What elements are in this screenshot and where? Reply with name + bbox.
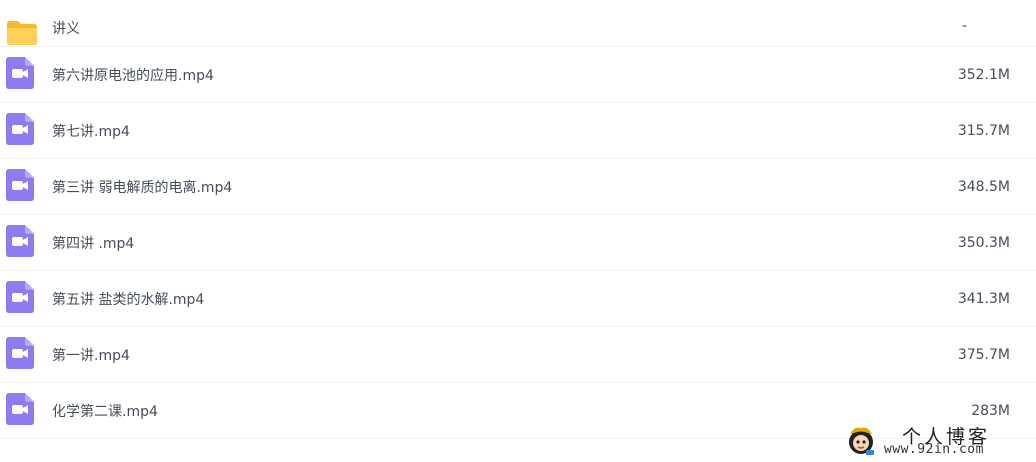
list-item-video[interactable]: 第一讲.mp4 375.7M <box>0 327 1036 383</box>
list-item-video[interactable]: 第四讲 .mp4 350.3M <box>0 215 1036 271</box>
file-list: 讲义 - 第六讲原电池的应用.mp4 352.1M 第七讲.mp4 315.7M… <box>0 0 1036 439</box>
file-name: 第六讲原电池的应用.mp4 <box>52 67 214 84</box>
list-item-video[interactable]: 第五讲 盐类的水解.mp4 341.3M <box>0 271 1036 327</box>
file-name: 第七讲.mp4 <box>52 123 130 140</box>
video-file-icon <box>6 56 34 93</box>
file-name: 第五讲 盐类的水解.mp4 <box>52 291 205 308</box>
list-item-folder[interactable]: 讲义 - <box>0 0 1036 47</box>
watermark-url: www.92in.com <box>884 442 984 457</box>
file-size: 352.1M <box>957 66 1010 83</box>
cartoon-avatar-icon <box>846 424 876 460</box>
file-size: 315.7M <box>957 122 1010 139</box>
file-size: 341.3M <box>957 290 1010 307</box>
video-file-icon <box>6 168 34 205</box>
list-item-video[interactable]: 第六讲原电池的应用.mp4 352.1M <box>0 47 1036 103</box>
video-file-icon <box>6 336 34 373</box>
list-item-video[interactable]: 第三讲 弱电解质的电离.mp4 348.5M <box>0 159 1036 215</box>
file-size: - <box>961 18 967 34</box>
file-name: 化学第二课.mp4 <box>52 403 158 420</box>
folder-icon <box>6 20 38 50</box>
file-name: 第一讲.mp4 <box>52 347 130 364</box>
file-size: 375.7M <box>957 346 1010 363</box>
file-name: 第四讲 .mp4 <box>52 235 135 252</box>
file-size: 350.3M <box>957 234 1010 251</box>
video-file-icon <box>6 112 34 149</box>
file-name: 第三讲 弱电解质的电离.mp4 <box>52 179 233 196</box>
file-size: 283M <box>971 402 1010 419</box>
file-size: 348.5M <box>957 178 1010 195</box>
watermark: 个人博客 www.92in.com <box>842 420 1036 462</box>
list-item-video[interactable]: 第七讲.mp4 315.7M <box>0 103 1036 159</box>
video-file-icon <box>6 224 34 261</box>
file-name: 讲义 <box>52 21 80 37</box>
video-file-icon <box>6 392 34 429</box>
video-file-icon <box>6 280 34 317</box>
